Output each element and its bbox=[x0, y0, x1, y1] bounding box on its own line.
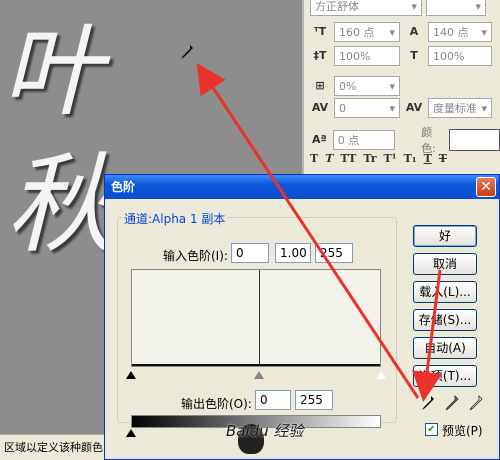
horizontal-scale-icon: T bbox=[410, 49, 418, 62]
canvas-glyph-2: 秋 bbox=[6, 143, 114, 268]
leading-field[interactable]: 140 点 ▾ bbox=[428, 22, 492, 42]
tracking-value: 度量标准 bbox=[433, 102, 477, 115]
style-superscript[interactable]: T¹ bbox=[384, 152, 397, 165]
output-black-field[interactable]: 0 bbox=[255, 390, 291, 410]
watermark-text: Baidu 经验 bbox=[226, 422, 304, 440]
input-black-slider[interactable] bbox=[126, 371, 136, 379]
character-panel: 方正舒体 ▾ ▾ ᵀT 160 点 ▾ A 140 点 ▾ ‡T 100% T 100… bbox=[302, 0, 500, 175]
output-levels-label: 输出色阶(O): bbox=[181, 397, 252, 411]
color-swatch[interactable] bbox=[449, 129, 500, 151]
vertical-scale-value: 100% bbox=[339, 49, 371, 63]
tracking-field[interactable]: 度量标准 ▾ bbox=[428, 98, 492, 118]
style-subscript[interactable]: T₁ bbox=[404, 152, 417, 165]
white-eyedropper-icon[interactable] bbox=[465, 395, 487, 415]
input-levels-label: 输入色阶(I): bbox=[163, 249, 228, 263]
preview-label: 预览(P) bbox=[442, 424, 483, 438]
canvas-glyph-1: 叶 bbox=[2, 13, 102, 130]
kerning-value: 0 bbox=[339, 101, 346, 115]
options-button[interactable]: 选项(T)... bbox=[413, 365, 477, 387]
dialog-title: 色阶 bbox=[111, 180, 136, 194]
kerning-field[interactable]: 0 ▾ bbox=[334, 98, 400, 118]
baseline-value: 0% bbox=[339, 79, 357, 93]
chevron-down-icon: ▾ bbox=[411, 0, 417, 13]
levels-dialog: 色阶 ✕ 通道:Alpha 1 副本 输入色阶(I): 0 1.00 255 输… bbox=[104, 174, 500, 460]
font-style-select[interactable]: ▾ bbox=[426, 0, 486, 16]
style-strikethrough[interactable]: T bbox=[439, 152, 447, 165]
save-button[interactable]: 存储(S)... bbox=[413, 309, 477, 331]
output-black-slider[interactable] bbox=[126, 429, 136, 437]
chevron-down-icon: ▾ bbox=[389, 79, 395, 93]
histogram-baseline bbox=[132, 364, 380, 366]
font-size-value: 160 点 bbox=[339, 26, 375, 39]
auto-button[interactable]: 自动(A) bbox=[413, 337, 477, 359]
chevron-down-icon: ▾ bbox=[475, 0, 481, 13]
output-white-field[interactable]: 255 bbox=[295, 390, 333, 410]
tracking-icon: AV bbox=[405, 101, 423, 114]
chevron-down-icon: ▾ bbox=[389, 25, 395, 39]
leading-icon: A bbox=[409, 25, 419, 38]
histogram bbox=[131, 269, 381, 367]
kerning-icon: AV bbox=[311, 101, 329, 114]
font-size-icon: ᵀT bbox=[313, 25, 327, 38]
input-gamma-slider[interactable] bbox=[254, 371, 264, 379]
shift-field[interactable]: 0 点 bbox=[332, 130, 396, 150]
load-button[interactable]: 载入(L)... bbox=[413, 281, 477, 303]
cancel-button[interactable]: 取消 bbox=[413, 253, 477, 275]
input-white-field[interactable]: 255 bbox=[315, 243, 353, 263]
ok-button[interactable]: 好 bbox=[413, 225, 477, 247]
baseline-icon: ⊞ bbox=[315, 79, 325, 92]
vertical-scale-field[interactable]: 100% bbox=[334, 46, 400, 66]
input-black-field[interactable]: 0 bbox=[231, 243, 269, 263]
font-family-select[interactable]: 方正舒体 ▾ bbox=[310, 0, 422, 16]
style-faux-italic[interactable]: T bbox=[325, 152, 333, 165]
vertical-scale-icon: ‡T bbox=[313, 49, 327, 62]
channel-label[interactable]: 通道:Alpha 1 副本 bbox=[122, 210, 228, 227]
shift-icon: Aª bbox=[312, 133, 327, 146]
style-all-caps[interactable]: TT bbox=[340, 152, 356, 165]
histogram-mid-line bbox=[259, 270, 260, 366]
input-white-slider[interactable] bbox=[376, 371, 386, 379]
horizontal-scale-field[interactable]: 100% bbox=[428, 46, 492, 66]
input-gamma-field[interactable]: 1.00 bbox=[275, 243, 311, 263]
horizontal-scale-value: 100% bbox=[433, 49, 465, 63]
shift-value: 0 点 bbox=[337, 134, 360, 147]
chevron-down-icon: ▾ bbox=[389, 101, 395, 115]
dialog-title-bar[interactable]: 色阶 ✕ bbox=[105, 175, 499, 199]
style-faux-bold[interactable]: T bbox=[310, 152, 318, 165]
preview-checkbox[interactable]: ✔ bbox=[425, 423, 438, 436]
baseline-field[interactable]: 0% ▾ bbox=[334, 76, 400, 96]
black-eyedropper-icon[interactable] bbox=[417, 395, 439, 415]
font-size-field[interactable]: 160 点 ▾ bbox=[334, 22, 400, 42]
leading-value: 140 点 bbox=[433, 26, 469, 39]
font-family-value: 方正舒体 bbox=[315, 0, 359, 13]
chevron-down-icon: ▾ bbox=[481, 25, 487, 39]
gray-eyedropper-icon[interactable] bbox=[441, 395, 463, 415]
eyedropper-cursor-icon bbox=[180, 44, 194, 60]
close-icon[interactable]: ✕ bbox=[476, 177, 496, 197]
style-small-caps[interactable]: Tr bbox=[363, 152, 376, 165]
chevron-down-icon: ▾ bbox=[481, 101, 487, 115]
style-underline[interactable]: T bbox=[424, 152, 432, 165]
